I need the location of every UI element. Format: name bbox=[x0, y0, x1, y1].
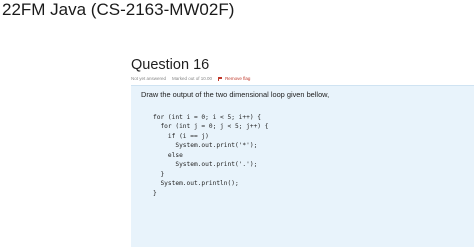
question-meta: Not yet answered Marked out of 10.00 Rem… bbox=[131, 76, 471, 81]
question-header: Question 16 Not yet answered Marked out … bbox=[131, 56, 471, 81]
code-line: } bbox=[153, 189, 157, 197]
code-line: System.out.print('.'); bbox=[153, 161, 258, 169]
code-line: for (int j = 0; j < 5; j++) { bbox=[153, 123, 269, 131]
question-status: Not yet answered bbox=[131, 76, 167, 81]
course-title: 22FM Java (CS-2163-MW02F) bbox=[2, 0, 235, 19]
remove-flag-label: Remove flag bbox=[225, 76, 251, 81]
remove-flag-link[interactable]: Remove flag bbox=[218, 76, 250, 81]
flag-icon bbox=[218, 76, 223, 81]
code-line: if (i == j) bbox=[153, 132, 209, 140]
question-text-box: Draw the output of the two dimensional l… bbox=[131, 85, 474, 247]
quiz-page: 22FM Java (CS-2163-MW02F) Question 16 No… bbox=[0, 0, 474, 247]
question-prompt: Draw the output of the two dimensional l… bbox=[141, 90, 330, 99]
code-line: System.out.print('*'); bbox=[153, 142, 258, 150]
code-line: System.out.println(); bbox=[153, 180, 239, 188]
question-marks: Marked out of 10.00 bbox=[172, 76, 213, 81]
code-line: } bbox=[153, 170, 165, 178]
code-line: for (int i = 0; i < 5; i++) { bbox=[153, 114, 262, 121]
code-block: for (int i = 0; i < 5; i++) { for (int j… bbox=[153, 113, 268, 198]
question-title: Question 16 bbox=[131, 57, 210, 73]
code-line: else bbox=[153, 151, 183, 159]
